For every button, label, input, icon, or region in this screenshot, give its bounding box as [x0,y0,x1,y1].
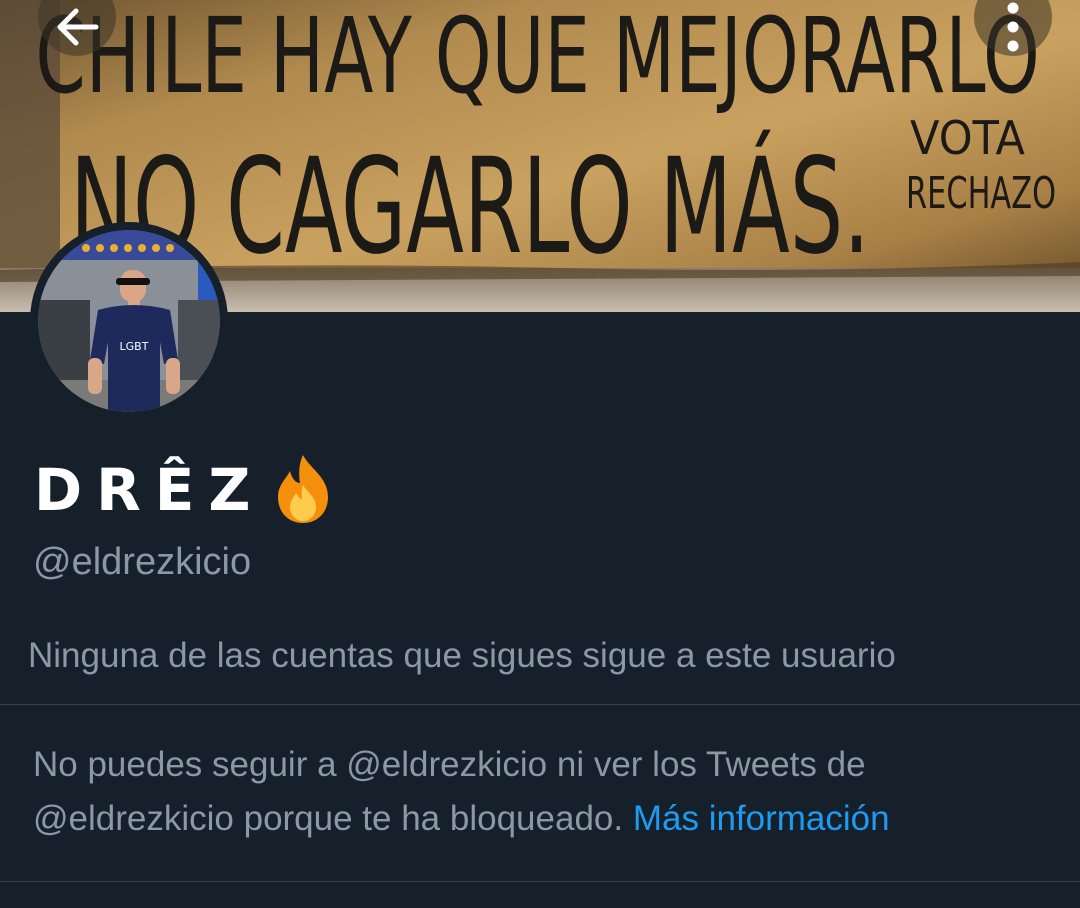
user-handle: @eldrezkicio [33,541,252,583]
avatar[interactable]: LGBT [30,222,228,420]
divider [0,704,1080,705]
divider [0,881,1080,882]
fire-icon [266,451,340,530]
display-name: DRÊZ [34,456,265,524]
arrow-left-icon [54,7,100,47]
followers-you-know[interactable]: Ninguna de las cuentas que sigues sigue … [28,632,896,680]
more-info-link[interactable]: Más información [633,799,890,838]
banner-stamp-line-1: VOTA [910,111,1025,165]
shirt-text: LGBT [120,340,149,353]
avatar-photo: LGBT [38,230,220,412]
blocked-notice: No puedes seguir a @eldrezkicio ni ver l… [33,738,1053,846]
display-name-row: DRÊZ [34,452,340,528]
banner-line-1: CHILE HAY QUE MEJORARLO [35,0,1039,117]
banner-stamp-line-2: RECHAZO [906,168,1056,219]
more-vertical-icon [1007,2,1019,52]
profile-page: CHILE HAY QUE MEJORARLO NO CAGARLO MÁS. … [0,0,1080,908]
